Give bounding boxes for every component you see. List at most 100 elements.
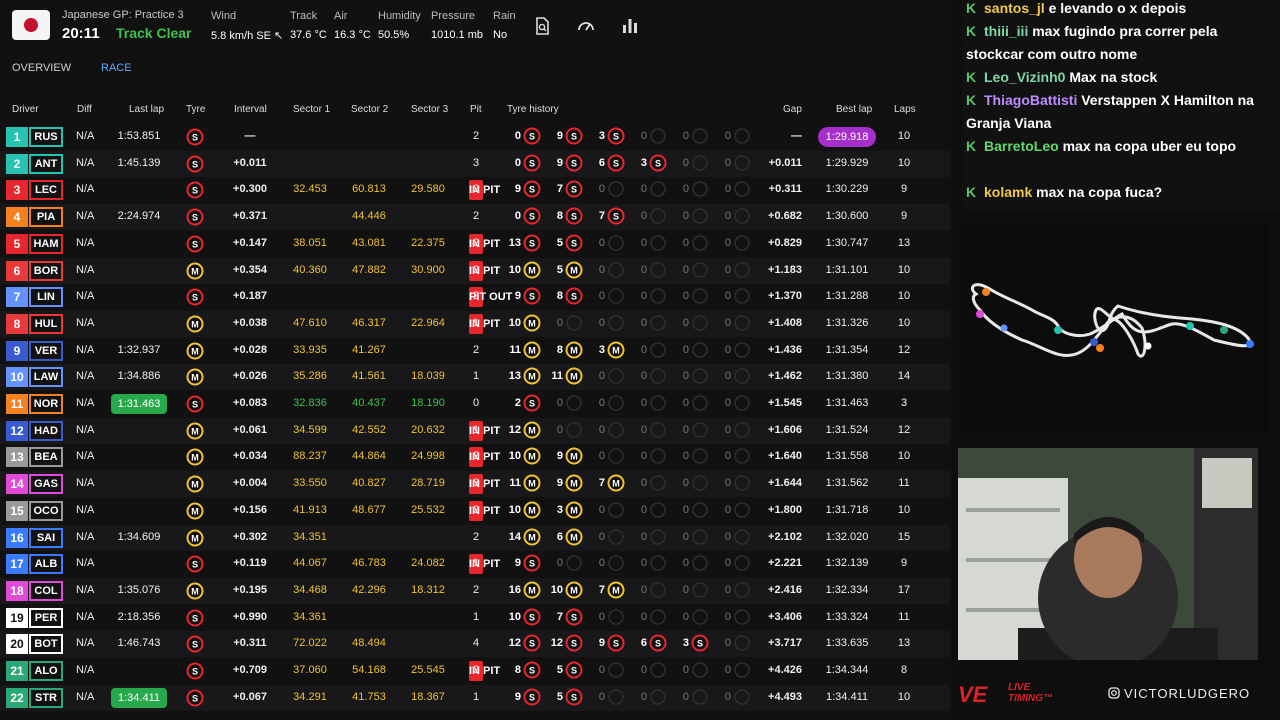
empty-stint-icon	[650, 315, 666, 331]
stint-laps: 8	[556, 343, 563, 356]
chat-message: Kkolamk max na copa fuca?	[966, 181, 1272, 204]
svg-text:S: S	[571, 132, 577, 142]
stint-laps: 0	[724, 557, 731, 570]
tyre-stint: 0	[671, 608, 713, 628]
table-row[interactable]: 9 VER N/A 1:32.937 M +0.028 33.935 41.267 2 11 M 8 M…	[0, 338, 950, 364]
tyre-stint: 6M	[545, 528, 587, 548]
col-sector-1[interactable]: Sector 1	[293, 104, 330, 115]
stint-laps: 9	[514, 690, 521, 703]
current-tyre-icon: S	[186, 235, 204, 253]
stint-laps: 0	[724, 583, 731, 596]
chat-message: Kthiii_iii max fugindo pra correr pela s…	[966, 20, 1272, 66]
tyre-stint: 3M	[587, 341, 629, 361]
driver-code: SAI	[29, 527, 63, 548]
tyre-stint: 8S	[545, 287, 587, 307]
speedometer-icon[interactable]	[576, 16, 596, 36]
table-row[interactable]: 6 BOR N/A IN PIT M +0.354 40.360 47.882 30.900 2 1…	[0, 257, 950, 284]
table-row[interactable]: 19 PER N/A 2:18.356 S +0.990 34.361 1 10 S 7 S 0 0 0 0 +…	[0, 605, 950, 631]
bar-chart-icon[interactable]	[620, 16, 640, 36]
table-row[interactable]: 14 GAS N/A IN PIT M +0.004 33.550 40.827 28.719 3…	[0, 471, 950, 498]
table-row[interactable]: 3 LEC N/A IN PIT S +0.300 32.453 60.813 29.580 2 9…	[0, 177, 950, 203]
col-last-lap[interactable]: Last lap	[129, 104, 164, 115]
stint-laps: 0	[640, 423, 647, 436]
col-pit[interactable]: Pit	[470, 104, 482, 115]
col-gap[interactable]: Gap	[783, 104, 802, 115]
chat-user[interactable]: Leo_Vizinh0	[984, 69, 1065, 85]
stint-tyre-icon: M	[607, 581, 625, 599]
svg-text:S: S	[529, 666, 535, 676]
svg-text:M: M	[191, 266, 199, 276]
table-row[interactable]: 10 LAW N/A 1:34.886 M +0.026 35.286 41.561 18.03…	[0, 364, 950, 391]
best-lap: 1:34.411	[825, 690, 868, 703]
table-row[interactable]: 11 NOR N/A 1:31.463 S +0.083 32.836 40.437 18.19…	[0, 391, 950, 417]
tyre-stint: 0S	[503, 154, 545, 174]
sector-3-time: 24.082	[411, 557, 445, 570]
chat-badge-icon: K	[966, 23, 977, 39]
gap-value: +4.426	[768, 664, 802, 676]
table-row[interactable]: 12 HAD N/A IN PIT M +0.061 34.599 42.552 20.632 1…	[0, 417, 950, 444]
table-row[interactable]: 2 ANT N/A 1:45.139 S +0.011 3 0 S 9 S 6 S 3 S 0 0 +0.011 1…	[0, 150, 950, 177]
table-row[interactable]: 21 ALO N/A IN PIT S +0.709 37.060 54.168 25.545 2…	[0, 658, 950, 684]
stint-laps: 0	[640, 610, 647, 623]
stint-laps: 0	[724, 316, 731, 329]
tyre-stint: 0	[713, 127, 755, 147]
interval-value: +0.300	[233, 183, 267, 196]
table-row[interactable]: 18 COL N/A 1:35.076 M +0.195 34.468 42.296 18.31…	[0, 577, 950, 604]
table-row[interactable]: 7 LIN N/A PIT OUT S +0.187 2 9 S 8 S 0 0 0 0 +1.370 1:31…	[0, 284, 950, 310]
current-tyre-icon: S	[186, 555, 204, 573]
tyre-stint: 9S	[503, 554, 545, 574]
stint-tyre-icon: S	[523, 634, 541, 652]
tab-race[interactable]: RACE	[101, 62, 132, 74]
table-row[interactable]: 15 OCO N/A IN PIT M +0.156 41.913 48.677 25.532 2…	[0, 498, 950, 524]
table-row[interactable]: 8 HUL N/A IN PIT M +0.038 47.610 46.317 22.964 1 1…	[0, 310, 950, 337]
table-row[interactable]: 16 SAI N/A 1:34.609 M +0.302 34.351 2 14 M 6 M 0 0 0 0 +…	[0, 524, 950, 551]
chat-user[interactable]: ThiagoBattisti	[984, 92, 1077, 108]
stint-laps: 0	[682, 263, 689, 276]
col-sector-2[interactable]: Sector 2	[351, 104, 388, 115]
chat-user[interactable]: santos_jl	[984, 0, 1045, 16]
weather-air: Air 16.3 °C	[334, 10, 371, 41]
pit-count: 1	[472, 557, 480, 570]
table-row[interactable]: 13 BEA N/A IN PIT M +0.034 88.237 44.864 24.998 2…	[0, 444, 950, 470]
col-driver[interactable]: Driver	[12, 104, 39, 115]
best-lap: 1:31.288	[825, 290, 869, 303]
tyre-stint: 0	[713, 688, 755, 708]
best-lap: 1:29.929	[825, 156, 869, 169]
stint-tyre-icon: S	[523, 234, 541, 252]
tyre-stint: 0	[713, 661, 755, 681]
stint-laps: 0	[682, 423, 689, 436]
col-tyre[interactable]: Tyre	[186, 104, 205, 115]
col-best-lap[interactable]: Best lap	[836, 104, 872, 115]
stint-laps: 0	[682, 450, 689, 463]
diff-value: N/A	[76, 610, 95, 623]
stint-tyre-icon: M	[565, 501, 583, 519]
table-row[interactable]: 20 BOT N/A 1:46.743 S +0.311 72.022 48.494 4 12 S 1…	[0, 631, 950, 658]
tyre-stint: 0	[671, 367, 713, 387]
empty-stint-icon	[734, 635, 750, 652]
table-row[interactable]: 4 PIA N/A 2:24.974 S +0.371 44.446 2 0 S 8 S 7 S 0 0 0 +0…	[0, 204, 950, 231]
table-row[interactable]: 1 RUS N/A 1:53.851 S —2 0 S 9 S 3 S 0 0 0—1:29.918 10	[0, 124, 950, 150]
empty-stint-icon	[734, 261, 750, 278]
document-icon[interactable]	[532, 16, 552, 36]
chat-user[interactable]: kolamk	[984, 184, 1032, 200]
col-diff[interactable]: Diff	[77, 104, 92, 115]
table-row[interactable]: 17 ALB N/A IN PIT S +0.119 44.067 46.783 24.082 1…	[0, 551, 950, 577]
col-tyre-history[interactable]: Tyre history	[507, 104, 559, 115]
sector-2-time: 41.561	[352, 370, 386, 383]
tyre-stint: 0	[629, 581, 671, 601]
chat-user[interactable]: thiii_iii	[984, 23, 1028, 39]
svg-text:M: M	[191, 319, 199, 329]
col-laps[interactable]: Laps	[894, 104, 916, 115]
col-sector-3[interactable]: Sector 3	[411, 104, 448, 115]
chat-user[interactable]: BarretoLeo	[984, 138, 1059, 154]
tab-overview[interactable]: OVERVIEW	[12, 62, 71, 74]
sector-3-time: 28.719	[411, 477, 445, 490]
stint-laps: 7	[598, 210, 605, 223]
table-row[interactable]: 22 STR N/A 1:34.411 S +0.067 34.291 41.753 18.36…	[0, 684, 950, 711]
driver-code: COL	[29, 580, 63, 601]
stint-laps: 0	[682, 183, 689, 196]
stint-laps: 0	[640, 236, 647, 249]
table-row[interactable]: 5 HAM N/A IN PIT S +0.147 38.051 43.081 22.375 2 1…	[0, 231, 950, 257]
gap-value: +4.493	[768, 690, 802, 703]
col-interval[interactable]: Interval	[234, 104, 267, 115]
